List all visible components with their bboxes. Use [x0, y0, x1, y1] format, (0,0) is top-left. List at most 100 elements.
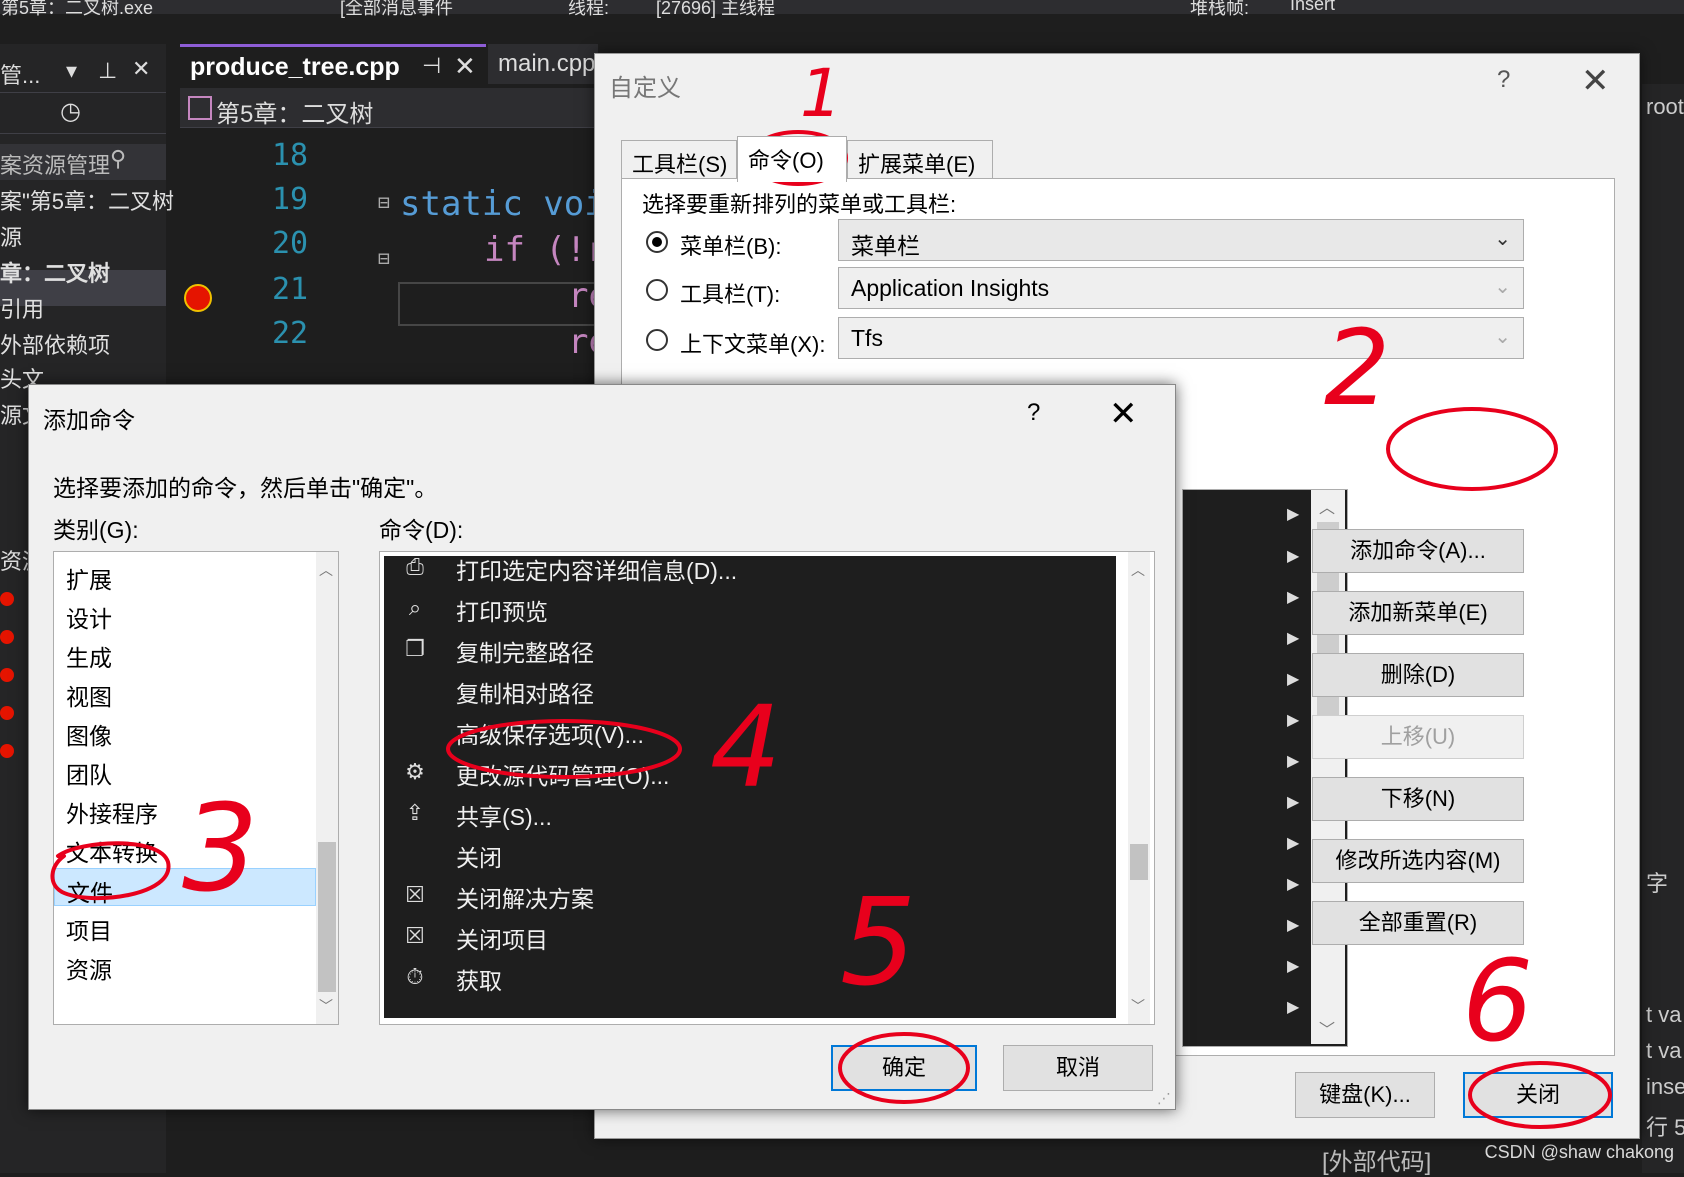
submenu-arrow-icon: ▶	[1287, 548, 1300, 565]
error-icon	[0, 744, 14, 758]
scroll-down-icon[interactable]: ﹀	[1131, 996, 1145, 1016]
close-icon[interactable]: ✕	[454, 51, 476, 82]
ide-debug-toolbar: 运行 第5章：二叉树.exe [全部消息事件 线程: [27696] 主线程 堆…	[0, 0, 1684, 18]
close-button[interactable]: 关闭	[1463, 1072, 1613, 1118]
context-menu-select[interactable]: Tfs ⌄	[838, 317, 1524, 359]
menubar-select[interactable]: 菜单栏 ⌄	[838, 219, 1524, 261]
category-item[interactable]: 生成	[54, 634, 316, 672]
tab-produce-tree[interactable]: produce_tree.cpp ⊣ ✕	[180, 44, 486, 86]
category-list-scrollbar[interactable]: ︿ ﹀	[316, 552, 338, 1024]
solution-item[interactable]: 源	[0, 220, 22, 252]
toolbar-label: 工具栏(T):	[680, 282, 781, 307]
collapse-icon[interactable]: ⊟	[378, 246, 390, 270]
toolbar-select[interactable]: Application Insights ⌄	[838, 267, 1524, 309]
command-label: 共享(S)...	[456, 804, 552, 830]
error-icon	[0, 706, 14, 720]
submenu-arrow-icon: ▶	[1287, 958, 1300, 975]
scroll-down-icon[interactable]: ﹀	[1319, 1016, 1335, 1040]
resize-grip-icon[interactable]: ⋰	[1157, 1090, 1171, 1107]
tab-toolbars[interactable]: 工具栏(S)	[621, 140, 737, 180]
command-item[interactable]: ⎙ 打印选定内容详细信息(D)...	[384, 556, 1116, 592]
cancel-button[interactable]: 取消	[1003, 1045, 1153, 1091]
keyboard-button[interactable]: 键盘(K)...	[1295, 1072, 1435, 1118]
tab-main[interactable]: main.cpp	[488, 44, 598, 84]
add-command-button[interactable]: 添加命令(A)...	[1312, 529, 1524, 573]
category-item[interactable]: 文件	[54, 868, 316, 906]
tab-commands[interactable]: 命令(O)	[737, 136, 847, 182]
solution-item-project[interactable]: 章：二叉树	[0, 256, 110, 288]
command-item[interactable]: ⏱ 获取	[384, 958, 1116, 1002]
category-item[interactable]: 视图	[54, 673, 316, 711]
close-icon[interactable]: ✕	[132, 56, 150, 82]
modify-selection-button[interactable]: 修改所选内容(M)	[1312, 839, 1524, 883]
scroll-down-icon[interactable]: ﹀	[319, 996, 333, 1016]
scroll-up-icon[interactable]: ︿	[1131, 560, 1145, 580]
solution-explorer-toolbar: ◷	[0, 92, 166, 134]
command-item[interactable]: 高级保存选项(V)...	[384, 712, 1116, 756]
error-icon	[0, 668, 14, 682]
close-icon[interactable]: ✕	[1581, 64, 1610, 98]
right-tool-window: root 字 t va t va inse 行 5	[1642, 84, 1684, 1173]
category-item[interactable]: 设计	[54, 595, 316, 633]
category-item[interactable]: 外接程序	[54, 790, 316, 828]
submenu-arrow-icon: ▶	[1287, 506, 1300, 523]
right-fragment: t va	[1646, 1038, 1682, 1063]
scrollbar-thumb[interactable]	[318, 842, 336, 992]
context-menu-label: 上下文菜单(X):	[680, 332, 826, 357]
command-label: 关闭	[456, 845, 502, 871]
toolbar-radio[interactable]	[646, 279, 668, 301]
category-item[interactable]: 团队	[54, 751, 316, 789]
add-new-menu-button[interactable]: 添加新菜单(E)	[1312, 591, 1524, 635]
pin-icon[interactable]: ⊥	[98, 58, 117, 84]
category-item[interactable]: 项目	[54, 907, 316, 945]
move-down-button[interactable]: 下移(N)	[1312, 777, 1524, 821]
search-icon[interactable]: ⚲	[110, 146, 126, 172]
ide-top-fragment: [全部消息事件	[340, 0, 454, 18]
ide-top-fragment: 运行 第5章：二叉树.exe	[0, 0, 154, 18]
scope-dropdown[interactable]: 第5章：二叉树	[180, 88, 600, 128]
command-item[interactable]: 关闭	[384, 835, 1116, 879]
category-item[interactable]: 文本转换	[54, 829, 316, 867]
scrollbar-thumb[interactable]	[1130, 844, 1148, 880]
command-list-scrollbar[interactable]: ︿ ﹀	[1128, 552, 1150, 1024]
pin-icon[interactable]: ⊣	[422, 53, 441, 79]
solution-item[interactable]: 引用	[0, 292, 44, 324]
scroll-up-icon[interactable]: ︿	[1319, 494, 1335, 518]
command-item[interactable]: 复制相对路径	[384, 671, 1116, 715]
solution-item[interactable]: 外部依赖项	[0, 328, 110, 360]
solution-item[interactable]: 案"第5章：二叉树	[0, 184, 174, 216]
chevron-down-icon[interactable]: ▾	[66, 58, 77, 84]
list-scrollbar[interactable]: ︿ ﹀	[1311, 490, 1345, 1044]
tab-extension-menu[interactable]: 扩展菜单(E)	[847, 140, 993, 180]
command-item[interactable]: ⚙ 更改源代码管理(O)...	[384, 753, 1116, 797]
command-label: 复制完整路径	[456, 640, 594, 666]
delete-button[interactable]: 删除(D)	[1312, 653, 1524, 697]
code-line: if (!r	[484, 230, 607, 270]
chevron-down-icon: ⌄	[1494, 326, 1511, 348]
category-item[interactable]: 图像	[54, 712, 316, 750]
category-item[interactable]: 扩展	[54, 556, 316, 594]
solution-search[interactable]: 案资源管理 ⚲	[0, 144, 166, 180]
scroll-up-icon[interactable]: ︿	[319, 560, 333, 580]
command-item[interactable]: ☒ 关闭项目	[384, 917, 1116, 961]
context-menu-radio[interactable]	[646, 329, 668, 351]
command-item[interactable]: ⇪ 共享(S)...	[384, 794, 1116, 838]
command-item[interactable]: ⌕ 打印预览	[384, 589, 1116, 633]
command-item[interactable]: ☒ 关闭解决方案	[384, 876, 1116, 920]
move-up-button[interactable]: 上移(U)	[1312, 715, 1524, 759]
command-item[interactable]: ❐ 复制完整路径	[384, 630, 1116, 674]
ok-button[interactable]: 确定	[831, 1045, 977, 1091]
command-list[interactable]: ⎙ 打印选定内容详细信息(D)... ⌕ 打印预览 ❐ 复制完整路径复制相对路径高级保存选…	[379, 551, 1155, 1025]
help-icon[interactable]: ?	[1027, 399, 1040, 427]
category-list[interactable]: 扩展 设计 生成 视图 图像 团队 外接程序 文本转换 文件 项目 资源 ︿ ﹀	[53, 551, 339, 1025]
collapse-icon[interactable]: ⊟	[378, 190, 390, 214]
reset-all-button[interactable]: 全部重置(R)	[1312, 901, 1524, 945]
history-icon[interactable]: ◷	[60, 97, 81, 126]
menubar-radio[interactable]	[646, 231, 668, 253]
help-icon[interactable]: ?	[1497, 66, 1510, 94]
breakpoint-current-line-icon[interactable]	[184, 284, 212, 312]
category-item[interactable]: 资源	[54, 946, 316, 984]
command-label: 复制相对路径	[456, 681, 594, 707]
line-number: 18	[272, 138, 309, 173]
close-icon[interactable]: ✕	[1109, 397, 1138, 431]
